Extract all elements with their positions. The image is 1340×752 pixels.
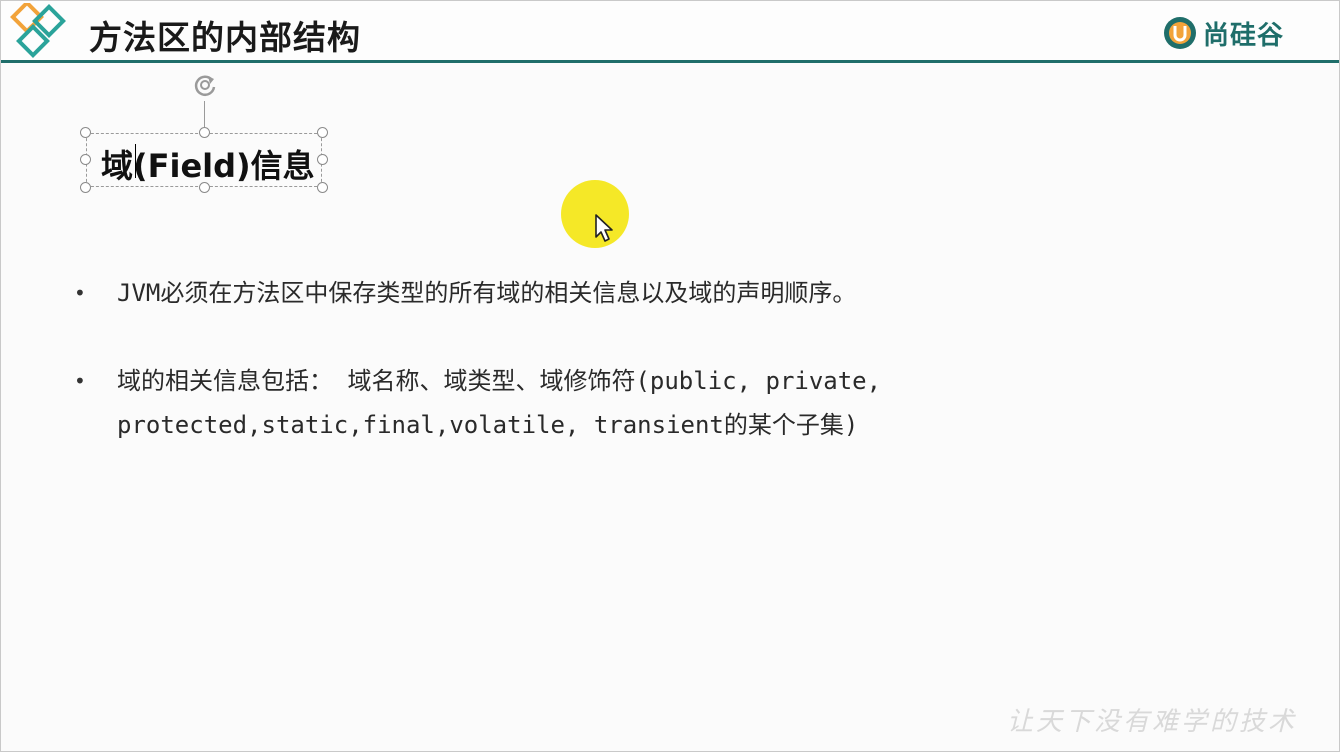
brand-name: 尚硅谷 [1203,20,1285,51]
brand-logo: 尚硅谷 [1163,13,1284,53]
textbox-heading[interactable]: 域(Field)信息 [101,141,315,187]
watermark-slogan: 让天下没有难学的技术 [1007,707,1298,737]
slide-header: 方法区的内部结构 尚硅谷 [1,1,1339,63]
resize-handle-bottom-right[interactable] [317,182,328,193]
resize-handle-top-middle[interactable] [199,127,210,138]
bullet-text: JVM必须在方法区中保存类型的所有域的相关信息以及域的声明顺序。 [117,279,857,307]
bullet-text-line-1: 域的相关信息包括： 域名称、域类型、域修饰符(public, private, [117,367,882,395]
bullet-item: • JVM必须在方法区中保存类型的所有域的相关信息以及域的声明顺序。 [71,271,1071,315]
selected-textbox[interactable]: 域(Field)信息 [86,133,322,187]
bullet-list: • JVM必须在方法区中保存类型的所有域的相关信息以及域的声明顺序。 • 域的相… [71,271,1071,447]
bullet-dot: • [74,369,86,393]
rotate-handle-icon[interactable] [191,71,219,99]
bullet-dot: • [74,281,86,305]
resize-handle-top-right[interactable] [317,127,328,138]
rotate-handle-stem [204,101,205,127]
resize-handle-middle-right[interactable] [317,154,328,165]
bullet-item: • 域的相关信息包括： 域名称、域类型、域修饰符(public, private… [71,359,1071,447]
resize-handle-top-left[interactable] [80,127,91,138]
text-caret [135,144,136,178]
mouse-pointer-icon [595,214,613,242]
header-divider [1,60,1339,63]
bullet-text-line-2: protected,static,final,volatile, transie… [117,411,859,439]
resize-handle-bottom-left[interactable] [80,182,91,193]
diamond-logo-icon [10,3,66,58]
slide-title: 方法区的内部结构 [89,18,361,57]
resize-handle-middle-left[interactable] [80,154,91,165]
slide-canvas: 方法区的内部结构 尚硅谷 域(Field)信息 • JVM必须在方法区中保存类型… [0,0,1340,752]
brand-u-icon [1164,17,1196,49]
resize-handle-bottom-middle[interactable] [199,182,210,193]
